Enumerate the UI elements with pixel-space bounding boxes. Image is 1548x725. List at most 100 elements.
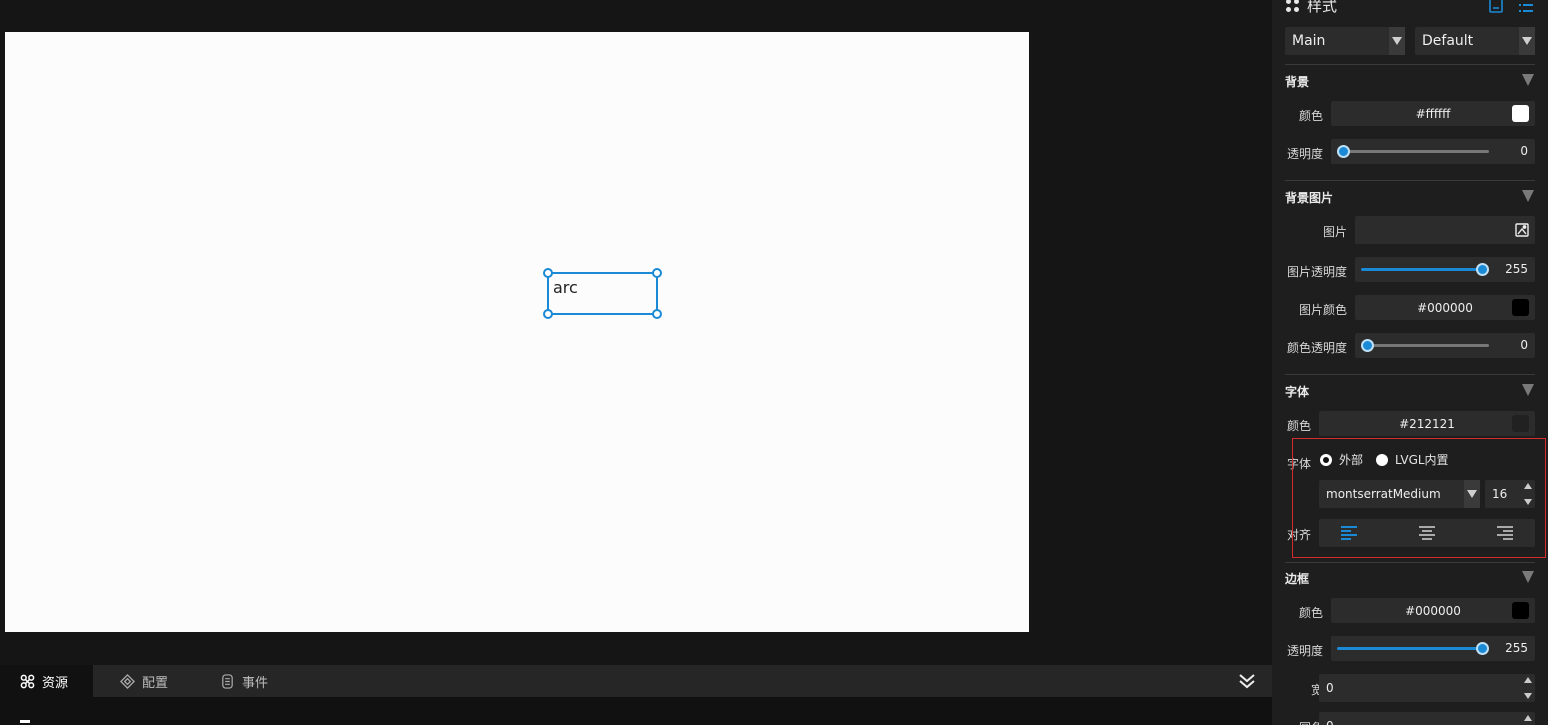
section-bg-image-header[interactable]: 背景图片 [1285, 189, 1333, 206]
resize-handle-bottom-right[interactable] [652, 309, 662, 319]
image-opacity-value: 255 [1505, 262, 1528, 276]
color-opacity-slider[interactable]: 0 [1355, 333, 1535, 358]
events-icon [222, 673, 233, 689]
screen-canvas[interactable]: arc [5, 32, 1029, 632]
section-font-header[interactable]: 字体 [1285, 383, 1309, 400]
section-border-header[interactable]: 边框 [1285, 570, 1309, 587]
slider-knob[interactable] [1361, 339, 1374, 352]
border-radius-value: 0 [1326, 719, 1334, 725]
image-icon[interactable] [1515, 223, 1529, 237]
stepper-arrows[interactable] [1523, 483, 1533, 505]
tab-events[interactable]: 事件 [200, 665, 268, 697]
decrement-icon[interactable] [1524, 693, 1532, 699]
style-panel: 样式 Main Default 背景 颜色 #ffffff 透明度 0 背景图片… [1272, 0, 1548, 725]
color-opacity-label: 颜色透明度 [1286, 341, 1347, 355]
image-color-field[interactable]: #000000 [1355, 295, 1535, 320]
panel-title: 样式 [1307, 0, 1338, 15]
radio-external-label: 外部 [1339, 453, 1364, 467]
selected-widget-arc[interactable]: arc [543, 268, 662, 319]
radio-unchecked-icon[interactable] [1376, 453, 1388, 466]
radio-external-font[interactable]: 外部 [1320, 451, 1363, 468]
border-opacity-label: 透明度 [1286, 644, 1323, 658]
bg-color-value: #ffffff [1415, 106, 1451, 121]
slider-track [1343, 150, 1489, 153]
state-select[interactable]: Default [1415, 27, 1535, 55]
chevron-down-icon [1464, 480, 1480, 508]
font-color-label: 颜色 [1286, 419, 1311, 433]
border-color-field[interactable]: #000000 [1331, 598, 1535, 623]
collapse-triangle-icon[interactable] [1522, 190, 1534, 202]
text-align-group [1319, 519, 1535, 547]
font-family-value: montserratMedium [1326, 487, 1441, 501]
resources-panel-area [0, 697, 1272, 725]
single-view-icon[interactable] [1488, 0, 1504, 14]
tab-config[interactable]: 配置 [100, 665, 168, 697]
decrement-icon[interactable] [1524, 499, 1532, 505]
design-workspace: arc [0, 0, 1272, 665]
color-swatch[interactable] [1512, 602, 1529, 619]
border-radius-label: 圆角 [1272, 719, 1323, 725]
resources-icon [20, 674, 35, 688]
resize-handle-bottom-left[interactable] [543, 309, 553, 319]
bg-opacity-slider[interactable]: 0 [1331, 139, 1535, 164]
list-view-icon[interactable] [1518, 0, 1534, 14]
divider [1285, 180, 1535, 181]
color-swatch[interactable] [1512, 415, 1529, 432]
partial-glyph [20, 720, 30, 725]
font-size-stepper[interactable]: 16 [1485, 480, 1535, 508]
slider-fill [1337, 647, 1483, 650]
drag-grip-icon[interactable] [1286, 0, 1299, 12]
border-color-value: #000000 [1405, 603, 1461, 618]
tab-events-label: 事件 [242, 675, 269, 691]
bg-opacity-value: 0 [1520, 144, 1528, 158]
font-source-label: 字体 [1286, 457, 1311, 471]
border-radius-stepper[interactable]: 0 [1319, 712, 1535, 725]
bg-color-field[interactable]: #ffffff [1331, 101, 1535, 126]
part-select[interactable]: Main [1285, 27, 1405, 55]
bottom-tab-bar: 资源 配置 事件 [0, 665, 1272, 697]
radio-checked-icon[interactable] [1320, 453, 1332, 466]
image-picker[interactable] [1355, 216, 1535, 244]
radio-builtin-font[interactable]: LVGL内置 [1376, 451, 1449, 468]
tab-resources-label: 资源 [42, 675, 69, 691]
increment-icon[interactable] [1524, 483, 1532, 489]
image-opacity-slider[interactable]: 255 [1355, 257, 1535, 282]
slider-knob[interactable] [1476, 642, 1489, 655]
border-width-value: 0 [1326, 681, 1334, 695]
increment-icon[interactable] [1524, 715, 1532, 721]
section-background-header[interactable]: 背景 [1285, 73, 1309, 90]
align-label: 对齐 [1286, 528, 1311, 542]
font-size-value: 16 [1492, 487, 1508, 501]
image-label: 图片 [1322, 225, 1347, 239]
divider [1285, 374, 1535, 375]
stepper-arrows[interactable] [1523, 677, 1533, 699]
slider-knob[interactable] [1337, 145, 1350, 158]
slider-track [1367, 344, 1489, 347]
font-color-field[interactable]: #212121 [1319, 411, 1535, 436]
slider-knob[interactable] [1476, 263, 1489, 276]
align-right-icon[interactable] [1497, 526, 1513, 540]
border-opacity-value: 255 [1505, 641, 1528, 655]
tab-resources[interactable]: 资源 [0, 665, 93, 697]
border-width-stepper[interactable]: 0 [1319, 674, 1535, 702]
slider-fill [1361, 268, 1483, 271]
collapse-triangle-icon[interactable] [1522, 384, 1534, 396]
bg-opacity-label: 透明度 [1286, 147, 1323, 161]
resize-handle-top-right[interactable] [652, 268, 662, 278]
increment-icon[interactable] [1524, 677, 1532, 683]
font-family-select[interactable]: montserratMedium [1319, 480, 1480, 508]
collapse-triangle-icon[interactable] [1522, 74, 1534, 86]
resize-handle-top-left[interactable] [543, 268, 553, 278]
align-left-icon[interactable] [1341, 526, 1357, 540]
chevron-down-icon [1519, 27, 1535, 55]
color-swatch[interactable] [1512, 299, 1529, 316]
border-opacity-slider[interactable]: 255 [1331, 636, 1535, 661]
image-color-label: 图片颜色 [1298, 303, 1347, 317]
tab-config-label: 配置 [142, 675, 169, 691]
color-swatch[interactable] [1512, 105, 1529, 122]
collapse-triangle-icon[interactable] [1522, 571, 1534, 583]
image-opacity-label: 图片透明度 [1286, 265, 1347, 279]
collapse-panel-icon[interactable] [1238, 672, 1256, 690]
align-center-icon[interactable] [1419, 526, 1435, 540]
stepper-arrows[interactable] [1523, 715, 1533, 725]
